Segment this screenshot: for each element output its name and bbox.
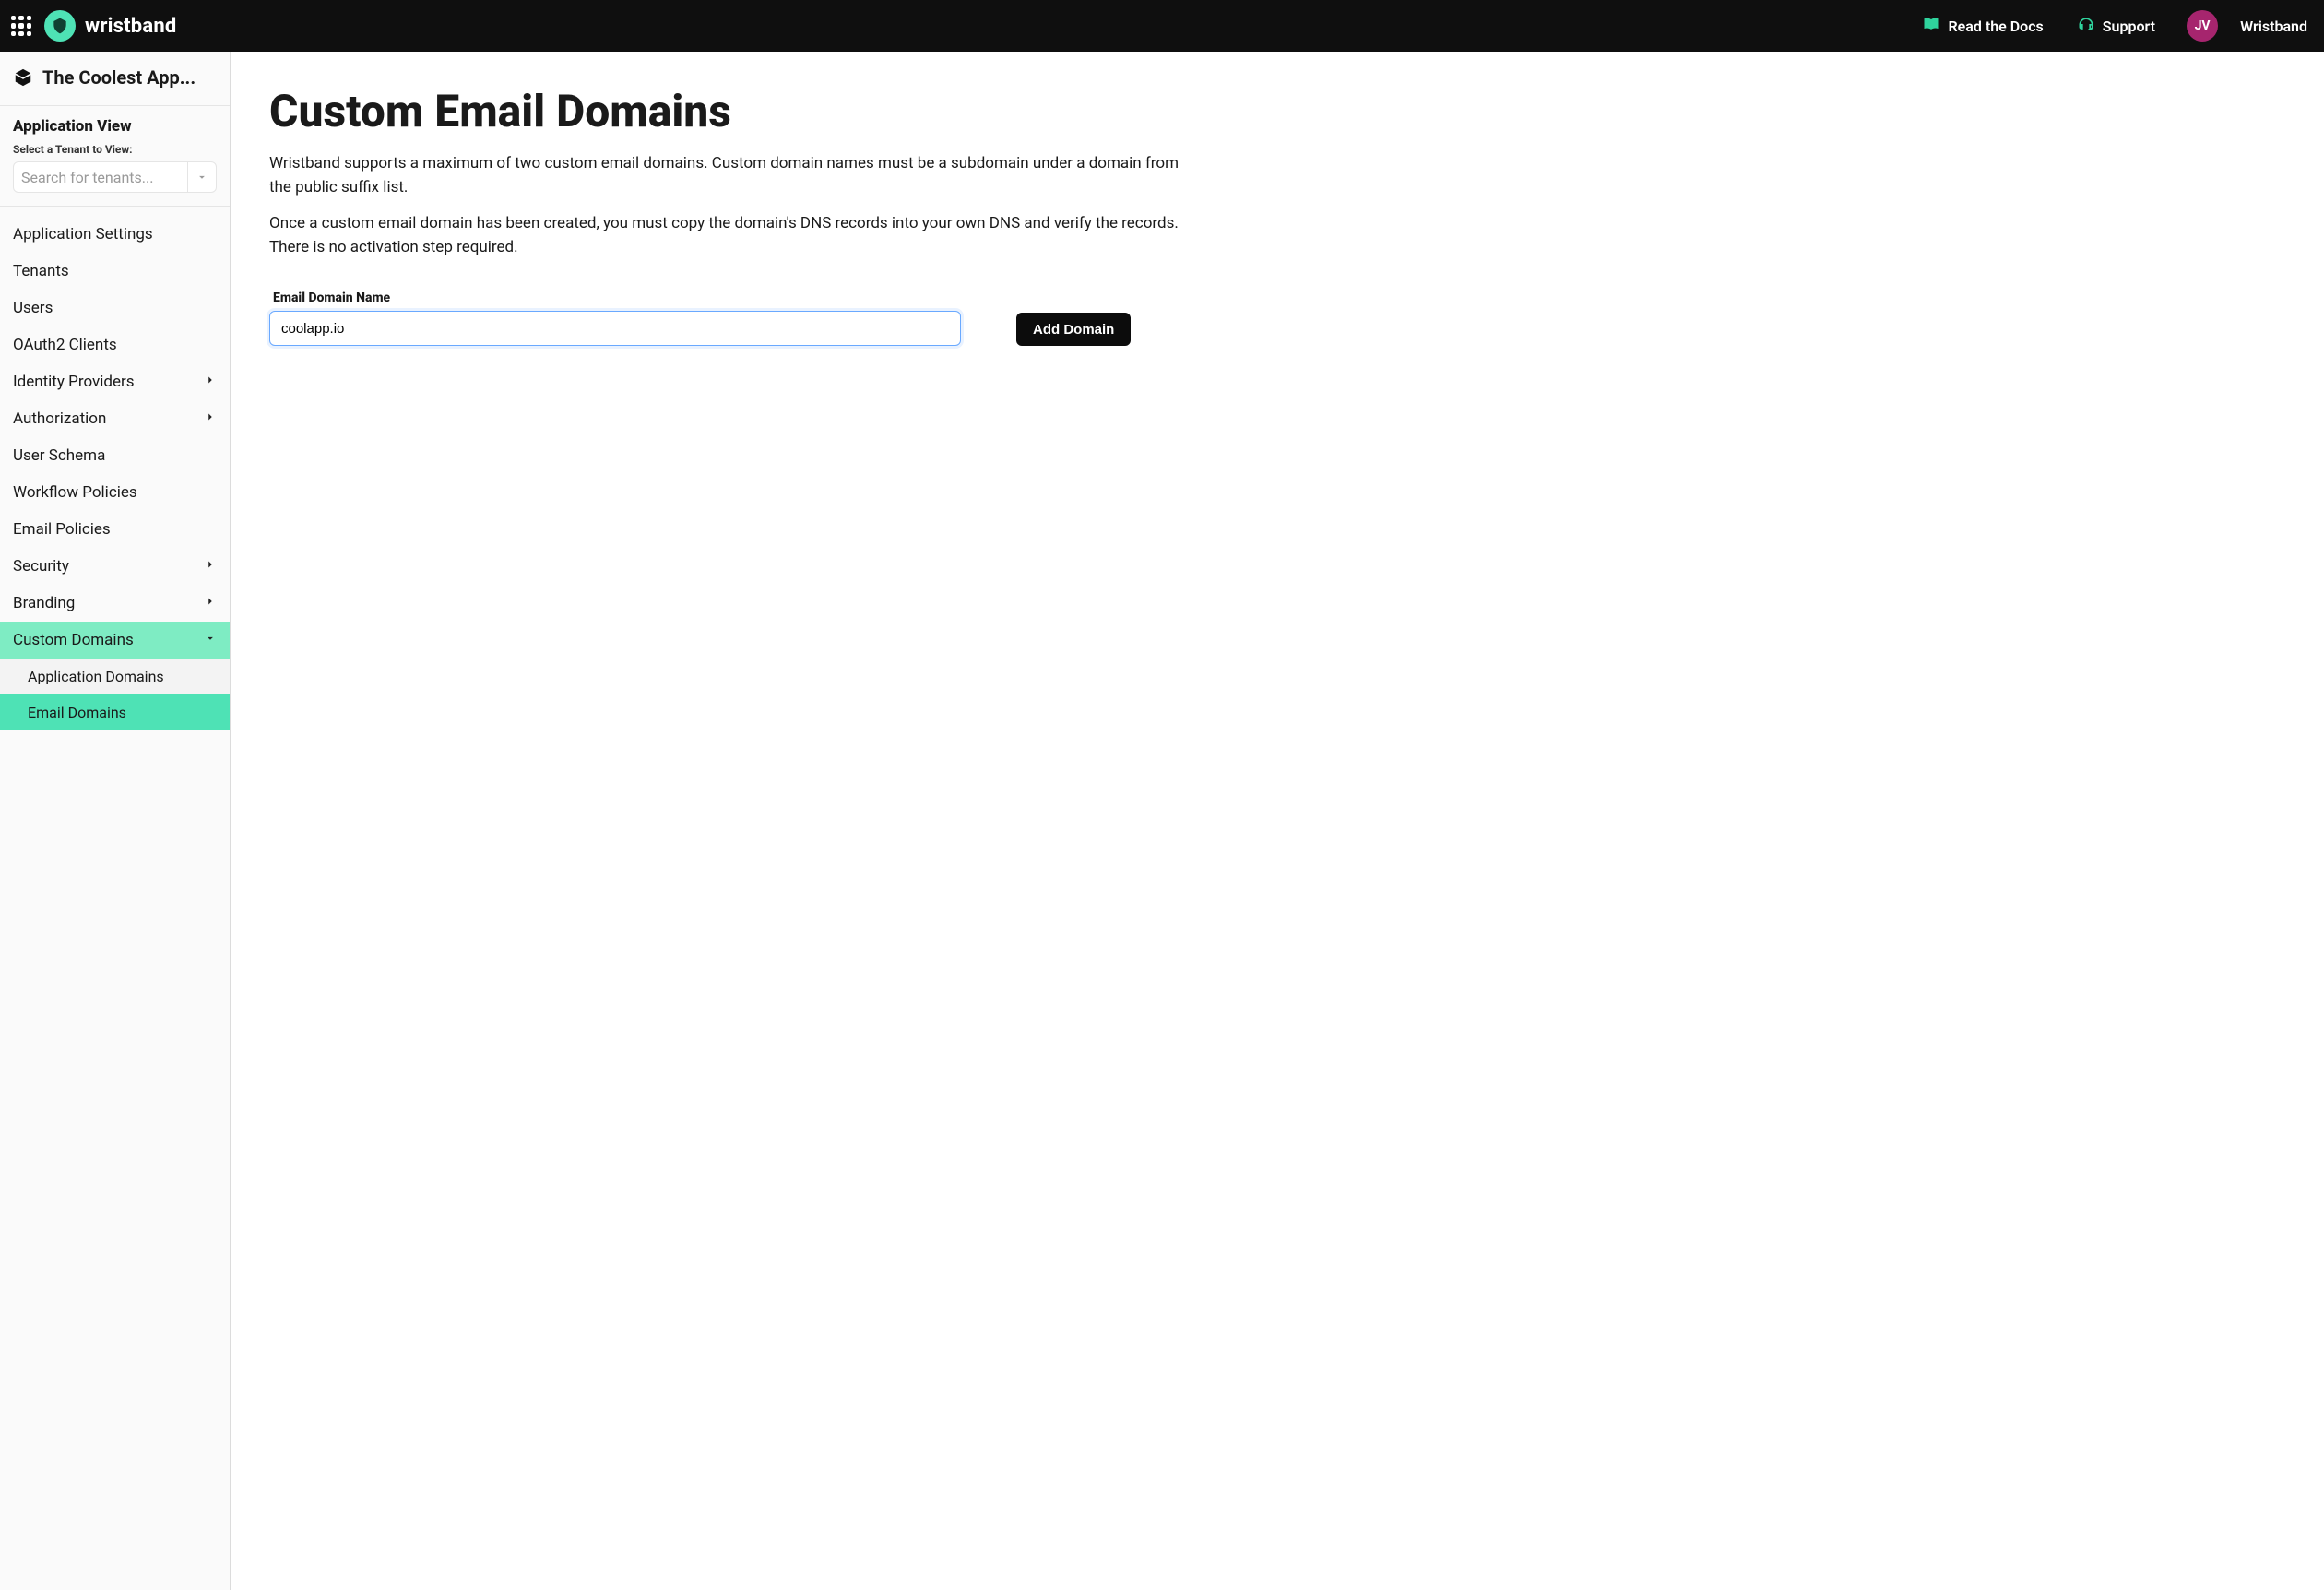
sidebar-subitem-email-domains[interactable]: Email Domains xyxy=(0,694,230,730)
tenant-placeholder: Search for tenants... xyxy=(21,169,153,186)
sidebar-item-branding[interactable]: Branding xyxy=(0,585,230,622)
add-domain-form: Email Domain Name Add Domain xyxy=(269,291,2285,346)
app-name: The Coolest App... xyxy=(42,66,196,89)
sidebar-item-label: Custom Domains xyxy=(13,631,134,649)
sidebar-item-label: Tenants xyxy=(13,262,69,280)
chevron-right-icon xyxy=(204,373,217,391)
support-label: Support xyxy=(2103,18,2155,35)
docs-label: Read the Docs xyxy=(1948,18,2043,35)
sidebar-item-label: Security xyxy=(13,557,69,575)
sidebar-item-users[interactable]: Users xyxy=(0,290,230,326)
chevron-down-icon xyxy=(204,631,217,649)
sidebar-subnav-custom-domains: Application DomainsEmail Domains xyxy=(0,659,230,730)
sidebar-item-custom-domains[interactable]: Custom Domains xyxy=(0,622,230,659)
logo-mark-icon xyxy=(44,10,76,42)
sidebar-item-label: OAuth2 Clients xyxy=(13,336,117,354)
sidebar-item-security[interactable]: Security xyxy=(0,548,230,585)
sidebar-item-label: User Schema xyxy=(13,446,105,465)
box-icon xyxy=(13,67,33,88)
sidebar-item-label: Workflow Policies xyxy=(13,483,137,502)
sidebar-item-user-schema[interactable]: User Schema xyxy=(0,437,230,474)
view-title: Application View xyxy=(13,117,217,136)
sidebar-item-authorization[interactable]: Authorization xyxy=(0,400,230,437)
headset-icon xyxy=(2077,15,2095,37)
apps-grid-icon[interactable] xyxy=(11,16,31,36)
sidebar-item-label: Identity Providers xyxy=(13,373,135,391)
chevron-down-icon xyxy=(187,162,208,192)
sidebar: The Coolest App... Application View Sele… xyxy=(0,52,231,1590)
brand-logo[interactable]: wristband xyxy=(44,10,176,42)
chevron-right-icon xyxy=(204,594,217,612)
page-desc-2: Once a custom email domain has been crea… xyxy=(269,212,1192,259)
sidebar-item-workflow-policies[interactable]: Workflow Policies xyxy=(0,474,230,511)
docs-link[interactable]: Read the Docs xyxy=(1922,15,2043,37)
app-selector[interactable]: The Coolest App... xyxy=(0,52,230,106)
sidebar-item-label: Branding xyxy=(13,594,75,612)
page-title: Custom Email Domains xyxy=(269,85,2285,137)
chevron-right-icon xyxy=(204,409,217,428)
support-link[interactable]: Support xyxy=(2077,15,2155,37)
sidebar-item-tenants[interactable]: Tenants xyxy=(0,253,230,290)
sidebar-item-label: Email Policies xyxy=(13,520,111,539)
sidebar-item-identity-providers[interactable]: Identity Providers xyxy=(0,363,230,400)
page-desc-1: Wristband supports a maximum of two cust… xyxy=(269,152,1192,199)
sidebar-item-application-settings[interactable]: Application Settings xyxy=(0,216,230,253)
select-tenant-label: Select a Tenant to View: xyxy=(13,143,217,156)
sidebar-item-email-policies[interactable]: Email Policies xyxy=(0,511,230,548)
sidebar-item-label: Authorization xyxy=(13,409,106,428)
sidebar-nav: Application Settings Tenants Users OAuth2 C… xyxy=(0,207,230,749)
add-domain-button[interactable]: Add Domain xyxy=(1016,313,1131,346)
sidebar-item-oauth2-clients[interactable]: OAuth2 Clients xyxy=(0,326,230,363)
tenant-name: Wristband xyxy=(2240,18,2307,35)
tenant-select[interactable]: Search for tenants... xyxy=(13,161,217,193)
sidebar-item-label: Application Settings xyxy=(13,225,153,243)
book-icon xyxy=(1922,15,1940,37)
view-block: Application View Select a Tenant to View… xyxy=(0,106,230,207)
main-content: Custom Email Domains Wristband supports … xyxy=(231,52,2324,1590)
domain-input[interactable] xyxy=(269,311,961,346)
domain-field-label: Email Domain Name xyxy=(273,291,961,305)
app-header: wristband Read the Docs Support JV Wrist… xyxy=(0,0,2324,52)
avatar-initials: JV xyxy=(2195,18,2211,33)
brand-text: wristband xyxy=(85,15,176,38)
chevron-right-icon xyxy=(204,557,217,575)
sidebar-subitem-application-domains[interactable]: Application Domains xyxy=(0,659,230,694)
sidebar-item-label: Users xyxy=(13,299,53,317)
avatar[interactable]: JV xyxy=(2187,10,2218,42)
